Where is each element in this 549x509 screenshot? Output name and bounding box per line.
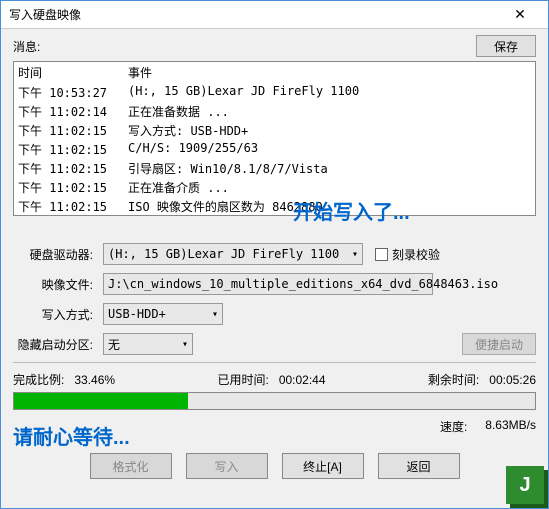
back-button[interactable]: 返回: [378, 453, 460, 479]
separator: [13, 362, 536, 363]
write-mode-label: 写入方式:: [13, 306, 103, 323]
button-row: 格式化 写入 终止[A] 返回: [13, 453, 536, 479]
log-row: 下午 11:02:15正在准备介质 ...: [14, 178, 535, 197]
write-mode-dropdown[interactable]: USB-HDD+▾: [103, 303, 223, 325]
log-row: 下午 10:53:27(H:, 15 GB)Lexar JD FireFly 1…: [14, 83, 535, 102]
elapsed-label: 已用时间:: [217, 373, 268, 387]
abort-button[interactable]: 终止[A]: [282, 453, 364, 479]
save-button[interactable]: 保存: [476, 35, 536, 57]
log-row: 下午 11:02:15ISO 映像文件的扇区数为 8462880: [14, 197, 535, 216]
portable-boot-button: 便捷启动: [462, 333, 536, 355]
percent-value: 33.46%: [74, 373, 115, 387]
col-time-header: 时间: [18, 64, 128, 81]
chevron-down-icon: ▾: [182, 339, 188, 350]
logo-letter: J: [506, 466, 544, 504]
verify-label: 刻录校验: [392, 246, 440, 263]
chevron-down-icon: ▾: [212, 309, 218, 320]
chevron-down-icon: ▾: [352, 249, 358, 260]
drive-dropdown[interactable]: (H:, 15 GB)Lexar JD FireFly 1100▾: [103, 243, 363, 265]
hidden-label: 隐藏启动分区:: [13, 336, 103, 353]
remaining-value: 00:05:26: [489, 373, 536, 387]
image-field[interactable]: J:\cn_windows_10_multiple_editions_x64_d…: [103, 273, 433, 295]
percent-label: 完成比例:: [13, 373, 64, 387]
write-button: 写入: [186, 453, 268, 479]
form-area: 硬盘驱动器: (H:, 15 GB)Lexar JD FireFly 1100▾…: [13, 242, 536, 356]
titlebar: 写入硬盘映像 ✕: [1, 1, 548, 29]
elapsed-value: 00:02:44: [279, 373, 326, 387]
log-row: 下午 11:02:14正在准备数据 ...: [14, 102, 535, 121]
drive-label: 硬盘驱动器:: [13, 246, 103, 263]
speed-value: 8.63MB/s: [485, 418, 536, 435]
hidden-dropdown[interactable]: 无▾: [103, 333, 193, 355]
log-header: 时间 事件: [14, 62, 535, 83]
progress-info: 完成比例: 33.46% 已用时间: 00:02:44 剩余时间: 00:05:…: [13, 371, 536, 388]
progress-bar: [13, 392, 536, 410]
annotation-start-writing: 开始写入了...: [293, 196, 410, 225]
log-row: 下午 11:02:15写入方式: USB-HDD+: [14, 121, 535, 140]
verify-checkbox-wrap[interactable]: 刻录校验: [375, 246, 440, 263]
close-icon: ✕: [514, 6, 526, 23]
speed-label: 速度:: [440, 418, 467, 435]
verify-checkbox[interactable]: [375, 248, 388, 261]
close-button[interactable]: ✕: [500, 2, 540, 28]
log-row: 下午 11:02:15C/H/S: 1909/255/63: [14, 140, 535, 159]
window-title: 写入硬盘映像: [9, 6, 81, 23]
info-label: 消息:: [13, 38, 40, 55]
log-row: 下午 11:02:15引导扇区: Win10/8.1/8/7/Vista: [14, 159, 535, 178]
annotation-please-wait: 请耐心等待...: [13, 421, 130, 450]
col-event-header: 事件: [128, 64, 531, 81]
log-panel[interactable]: 时间 事件 下午 10:53:27(H:, 15 GB)Lexar JD Fir…: [13, 61, 536, 216]
image-label: 映像文件:: [13, 276, 103, 293]
format-button: 格式化: [90, 453, 172, 479]
window: 写入硬盘映像 ✕ 消息: 保存 时间 事件 下午 10:53:27(H:, 15…: [0, 0, 549, 509]
corner-logo: J: [498, 458, 548, 508]
progress-fill: [14, 393, 188, 409]
remaining-label: 剩余时间:: [428, 373, 479, 387]
